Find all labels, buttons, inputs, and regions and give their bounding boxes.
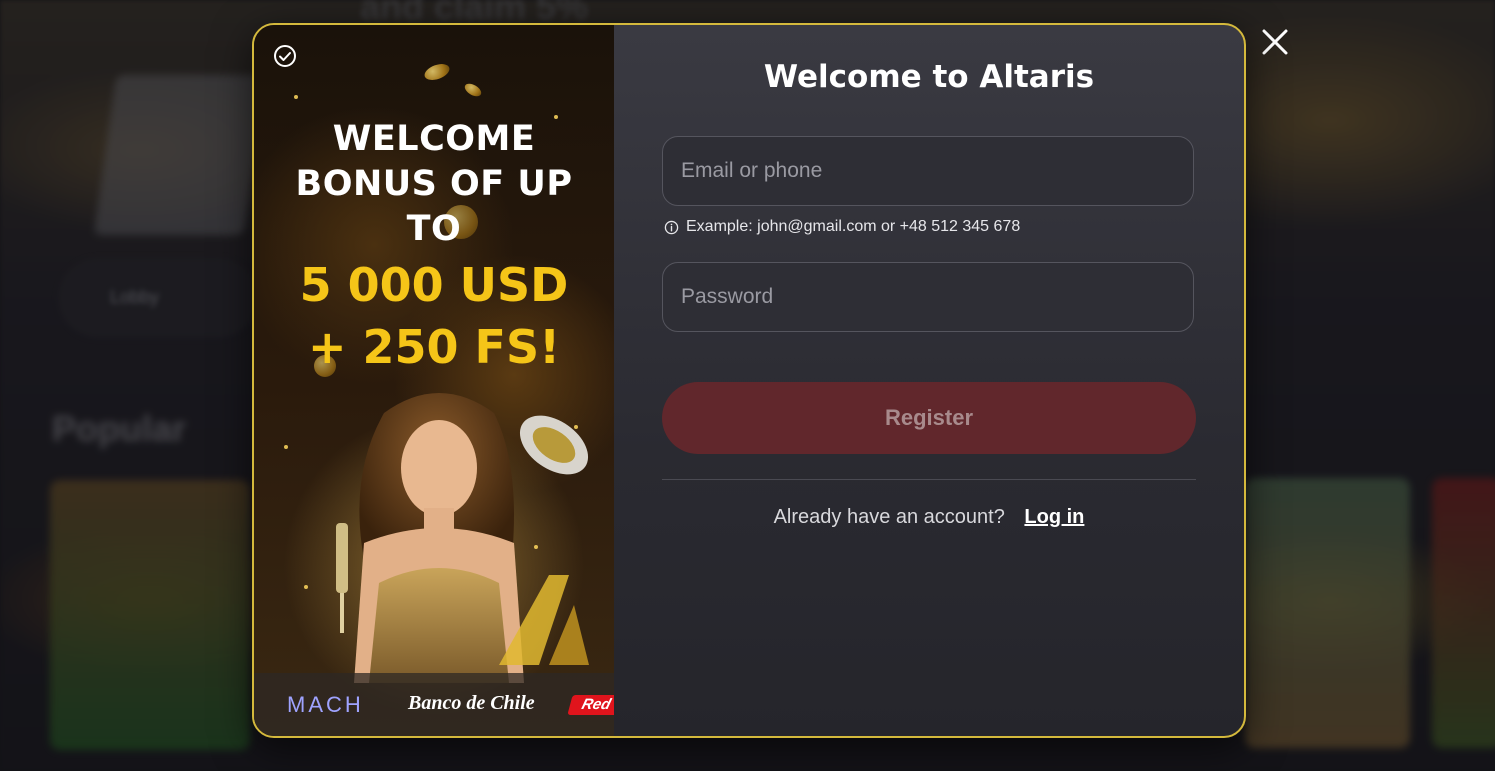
casino-chip-decoration [519, 415, 589, 475]
registration-modal: WELCOME BONUS OF UP TO 5 000 USD + 250 F… [252, 23, 1246, 738]
login-prompt-text: Already have an account? [773, 506, 1005, 528]
form-divider [662, 479, 1196, 480]
coin-decoration [462, 81, 484, 99]
promo-amount: 5 000 USD + 250 FS! [254, 254, 614, 378]
login-prompt-row: Already have an account? Log in [614, 506, 1244, 529]
form-title: Welcome to Altaris [763, 59, 1095, 95]
promo-panel: WELCOME BONUS OF UP TO 5 000 USD + 250 F… [254, 25, 614, 736]
email-input[interactable] [663, 137, 1193, 205]
promo-headline: WELCOME BONUS OF UP TO [254, 117, 614, 252]
sparkle-decoration [284, 445, 288, 449]
info-icon [664, 220, 679, 234]
registration-form: Welcome to Altaris Example: john@gmail.c… [614, 25, 1244, 736]
sparkle-decoration [304, 585, 308, 589]
sparkle-decoration [294, 95, 298, 99]
close-icon [1262, 29, 1288, 55]
payment-logo-banco-de-chile: Banco de Chile [408, 692, 535, 714]
payment-logo-red-text: Red [579, 696, 613, 713]
payment-logo-mach: MACH [287, 692, 364, 717]
payment-logo-red: Red [567, 695, 614, 715]
close-button[interactable] [1258, 25, 1292, 59]
check-circle-icon[interactable] [273, 44, 297, 68]
brand-logo-decoration [499, 575, 589, 665]
promo-amount-text: 5 000 USD + 250 FS! [299, 258, 569, 374]
promo-headline-text: WELCOME BONUS OF UP TO [295, 119, 573, 249]
email-hint: Example: john@gmail.com or +48 512 345 6… [664, 218, 1020, 236]
email-hint-text: Example: john@gmail.com or +48 512 345 6… [686, 218, 1021, 235]
coin-decoration [422, 60, 452, 84]
login-link[interactable]: Log in [1024, 506, 1084, 528]
register-button[interactable]: Register [662, 382, 1196, 454]
password-field[interactable] [662, 262, 1194, 332]
payment-methods-bar: MACH Banco de Chile Red [254, 673, 614, 736]
password-input[interactable] [663, 263, 1193, 331]
email-field[interactable] [662, 136, 1194, 206]
